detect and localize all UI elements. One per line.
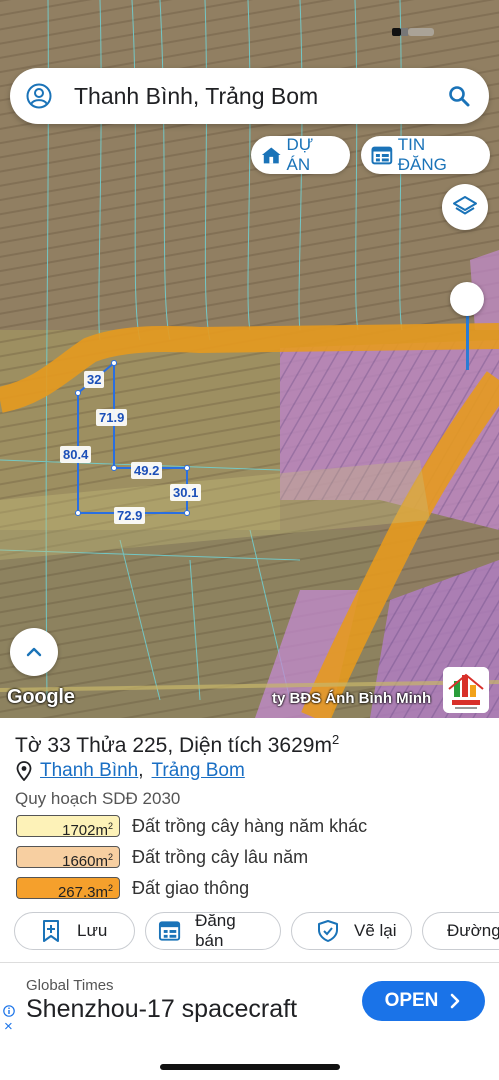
ad-source: Global Times — [26, 977, 114, 994]
plot-dimension-label: 80.4 — [60, 446, 92, 463]
opacity-slider-knob[interactable] — [450, 282, 484, 316]
legend-area-badge: 1660m2 — [16, 846, 120, 870]
parcel-title-text: Tờ 33 Thửa 225, Diện tích 3629m — [15, 734, 332, 757]
legend-area-unit: 2 — [107, 821, 113, 831]
save-button[interactable]: Lưu — [14, 912, 135, 950]
location-pin-icon — [16, 761, 32, 781]
parcel-info-panel: Tờ 33 Thửa 225, Diện tích 3629m2 Thanh B… — [0, 718, 499, 962]
home-indicator[interactable] — [160, 1064, 340, 1070]
watermark-text: ty BĐS Ánh Bình Minh — [272, 690, 432, 707]
legend-row: 267.3m2 Đất giao thông — [16, 876, 250, 901]
legend-area-badge: 1702m2 — [16, 815, 120, 839]
plot-dimension-label: 72.9 — [114, 507, 146, 524]
project-chip[interactable]: DỰ ÁN — [251, 135, 350, 174]
project-chip-label: DỰ ÁN — [286, 135, 314, 174]
legend-area-unit: 2 — [107, 883, 113, 893]
plot-dimension-label: 30.1 — [170, 484, 202, 501]
action-bar: Lưu Đăng bán Vẽ lại Đường — [14, 911, 499, 950]
ad-open-label: OPEN — [384, 990, 439, 1011]
legend-label: Đất trồng cây lâu năm — [132, 846, 309, 867]
search-bar[interactable]: Thanh Bình, Trảng Bom — [10, 68, 489, 124]
ad-banner[interactable]: Global Times Shenzhou-17 spacecraft OPEN… — [0, 962, 499, 1041]
parcel-title-sup: 2 — [331, 732, 340, 747]
user-account-icon[interactable] — [26, 83, 52, 109]
directions-button-label: Đường — [447, 921, 499, 940]
legend-area-badge: 267.3m2 — [16, 877, 120, 901]
legend-area-value: 1702m — [62, 822, 108, 839]
legend-row: 1660m2 Đất trồng cây lâu năm — [16, 845, 309, 870]
legend-area-unit: 2 — [107, 852, 113, 862]
post-for-sale-label: Đăng bán — [195, 911, 236, 950]
chevron-right-icon — [451, 993, 460, 1009]
news-chip-label: TIN ĐĂNG — [397, 135, 447, 174]
plot-dimension-label: 32 — [84, 371, 105, 388]
redraw-button-label: Vẽ lại — [354, 921, 397, 940]
brand-logo-icon — [443, 667, 489, 713]
plot-dimension-label: 71.9 — [96, 409, 128, 426]
layers-icon — [453, 196, 477, 215]
ward-link[interactable]: Thanh Bình — [40, 760, 138, 782]
draw-shield-icon — [318, 920, 338, 942]
status-indicator-icon — [392, 28, 434, 36]
legend-area-value: 267.3m — [57, 884, 108, 901]
calendar-list-icon — [371, 146, 393, 165]
parcel-title: Tờ 33 Thửa 225, Diện tích 3629m2 — [15, 732, 339, 758]
home-bar — [0, 1040, 499, 1080]
post-for-sale-button[interactable]: Đăng bán — [145, 911, 281, 950]
location-separator: , — [138, 760, 144, 781]
ad-headline[interactable]: Shenzhou-17 spacecraft — [26, 995, 297, 1024]
ad-close-icon[interactable]: × — [4, 1019, 13, 1034]
layers-button[interactable] — [442, 184, 488, 230]
search-input[interactable]: Thanh Bình, Trảng Bom — [74, 83, 447, 110]
google-logo: Google — [7, 686, 75, 708]
legend-label: Đất trồng cây hàng năm khác — [132, 815, 368, 836]
district-link[interactable]: Trảng Bom — [152, 760, 245, 782]
legend-area-value: 1660m — [62, 853, 108, 870]
parcel-location: Thanh Bình , Trảng Bom — [16, 760, 245, 782]
map-view[interactable]: Thanh Bình, Trảng Bom DỰ ÁN TIN ĐĂNG 32 … — [0, 0, 499, 718]
legend-row: 1702m2 Đất trồng cây hàng năm khác — [16, 814, 368, 839]
bookmark-add-icon — [43, 920, 59, 942]
redraw-button[interactable]: Vẽ lại — [291, 912, 412, 950]
calendar-list-icon — [158, 921, 181, 941]
legend-label: Đất giao thông — [132, 877, 250, 898]
search-icon[interactable] — [447, 84, 471, 108]
directions-button[interactable]: Đường — [422, 912, 499, 950]
plot-dimension-label: 49.2 — [131, 462, 163, 479]
collapse-up-button[interactable] — [10, 628, 58, 676]
save-button-label: Lưu — [77, 921, 108, 940]
house-icon — [261, 147, 281, 164]
ad-open-button[interactable]: OPEN — [362, 981, 485, 1021]
news-chip[interactable]: TIN ĐĂNG — [361, 135, 490, 174]
plan-title: Quy hoạch SDĐ 2030 — [15, 789, 181, 808]
ad-info-icon[interactable] — [3, 1005, 15, 1017]
chevron-up-icon — [26, 647, 42, 657]
